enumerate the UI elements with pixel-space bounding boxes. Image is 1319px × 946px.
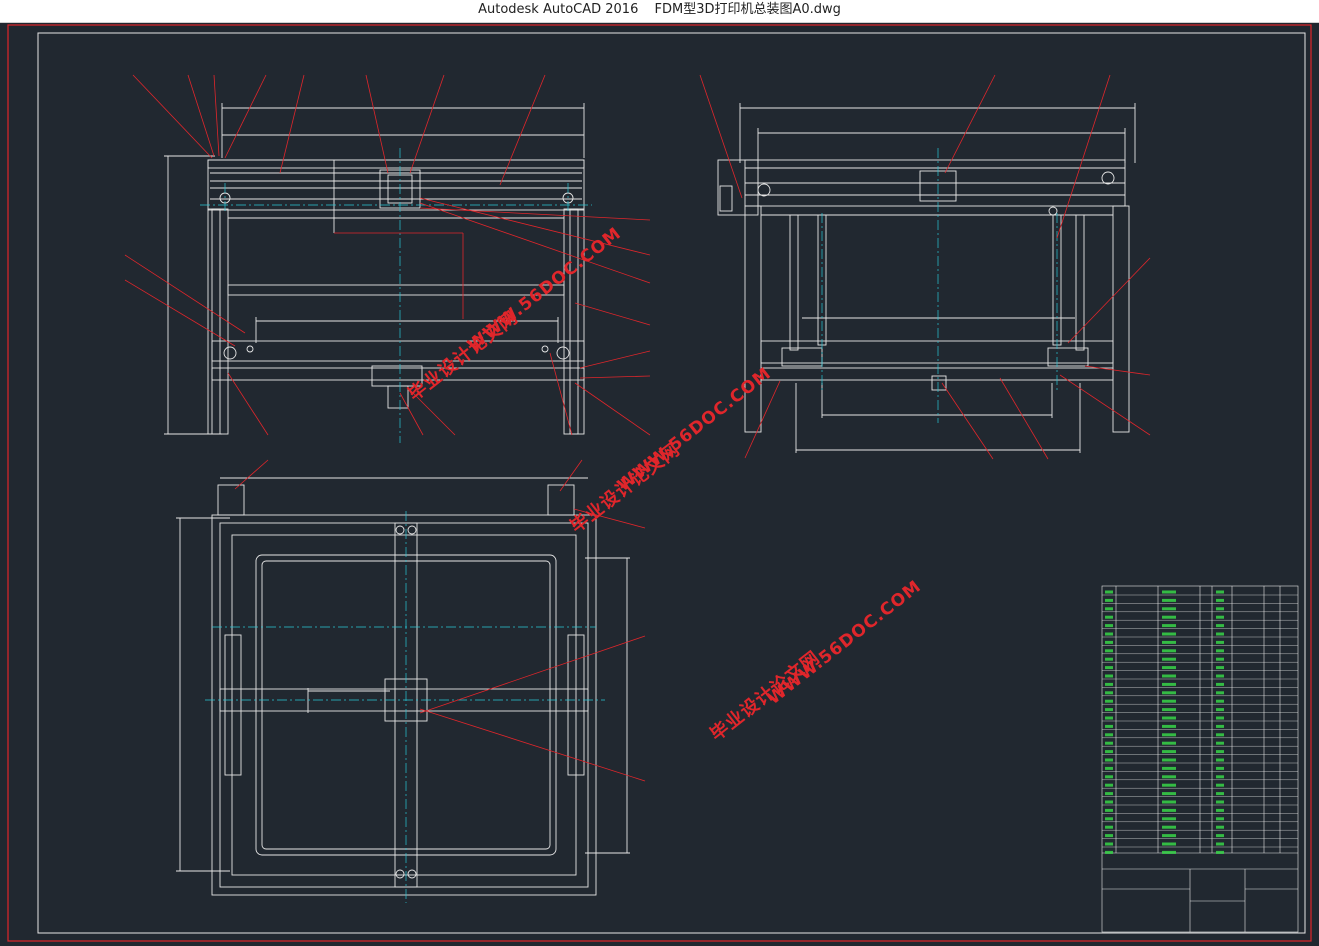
drawing-canvas[interactable]: WWW.56DOC.COM 毕业设计论文网 WWW.56DOC.COM 毕业设计… <box>0 23 1319 946</box>
side-view-centerlines <box>821 148 1058 423</box>
top-view <box>176 477 630 896</box>
window-title-bar: Autodesk AutoCAD 2016 FDM型3D打印机总装图A0.dwg <box>0 0 1319 23</box>
top-view-centerlines <box>205 511 605 903</box>
bom-cell-text <box>1105 590 1224 854</box>
drawing-svg <box>7 24 1312 942</box>
side-view <box>717 103 1136 453</box>
document-title: FDM型3D打印机总装图A0.dwg <box>654 2 841 17</box>
outer-frame <box>7 24 1312 942</box>
front-view <box>164 103 585 435</box>
app-title: Autodesk AutoCAD 2016 <box>478 2 639 17</box>
bom-table <box>1101 585 1299 933</box>
